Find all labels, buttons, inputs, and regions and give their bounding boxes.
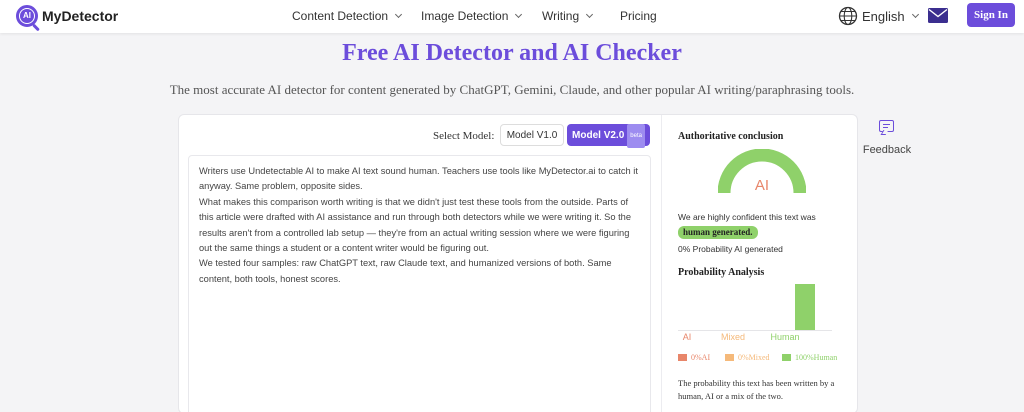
confidence-text: We are highly confident this text was [678,212,816,222]
detector-card: Select Model: Model V1.0 Model V2.0 beta … [178,114,858,412]
language-selector[interactable]: English [862,9,919,24]
nav-image-detection[interactable]: Image Detection [421,9,523,23]
chevron-down-icon [515,10,523,18]
feedback-label: Feedback [862,144,912,156]
globe-icon[interactable] [838,6,858,26]
mail-icon[interactable] [928,8,948,23]
legend-mixed: 0%Mixed [725,353,770,362]
feedback-button[interactable]: Feedback [862,118,912,160]
chat-bubble-icon [879,120,894,132]
legend-label: 0%AI [691,353,711,362]
icon-line [883,124,890,126]
nav-content-detection[interactable]: Content Detection [292,9,403,23]
probability-text: 0% Probability AI generated [678,244,783,254]
x-label-ai: AI [682,332,692,342]
legend-ai: 0%AI [678,353,710,362]
x-label-mixed: Mixed [720,332,745,342]
logo[interactable]: AI MyDetector [16,5,118,27]
text-input-area[interactable]: Writers use Undetectable AI to make AI t… [188,155,651,412]
nav-label: Content Detection [292,9,389,23]
chevron-down-icon [586,10,594,18]
nav-label: Writing [542,9,580,23]
bar-human [795,284,815,330]
probability-chart [678,283,832,331]
model-v2-label: Model V2.0 [572,130,625,141]
text-paragraph: What makes this comparison worth writing… [199,196,632,254]
logo-text: MyDetector [42,8,119,24]
legend-swatch [782,354,791,361]
nav-label: Pricing [620,9,657,23]
legend-swatch [725,354,734,361]
result-panel: Authoritative conclusion AI We are highl… [661,115,859,412]
verdict-badge: human generated. [678,226,758,239]
legend-label: 100%Human [795,353,838,362]
chevron-down-icon [911,10,919,19]
language-label: English [862,9,905,24]
nav-label: Image Detection [421,9,509,23]
chart-description: The probability this text has been writt… [678,378,835,401]
model-select-label: Select Model: [433,130,495,142]
conclusion-heading: Authoritative conclusion [678,131,784,142]
nav-writing[interactable]: Writing [542,9,594,23]
beta-badge: beta [627,124,645,148]
magnifier-logo-icon: AI [16,5,38,27]
gauge-label: AI [755,177,769,194]
sign-in-button[interactable]: Sign In [967,3,1015,27]
page-title: Free AI Detector and AI Checker [342,40,682,66]
legend-label: 0%Mixed [738,353,770,362]
model-v2-button[interactable]: Model V2.0 beta [567,124,650,148]
analysis-heading: Probability Analysis [678,267,765,278]
icon-line [883,127,888,129]
nav-pricing[interactable]: Pricing [620,9,657,23]
model-v1-button[interactable]: Model V1.0 [500,124,564,146]
page-subtitle: The most accurate AI detector for conten… [169,82,855,97]
text-paragraph: Writers use Undetectable AI to make AI t… [199,166,638,192]
top-navbar: AI MyDetector Content Detection Image De… [0,0,1024,33]
logo-badge: AI [20,9,34,23]
legend-human: 100%Human [782,353,837,362]
legend-swatch [678,354,687,361]
ai-gauge: AI [718,149,806,194]
chevron-down-icon [395,10,403,18]
x-label-human: Human [770,332,800,342]
input-panel: Select Model: Model V1.0 Model V2.0 beta … [179,115,659,412]
text-paragraph: We tested four samples: raw ChatGPT text… [199,258,612,284]
